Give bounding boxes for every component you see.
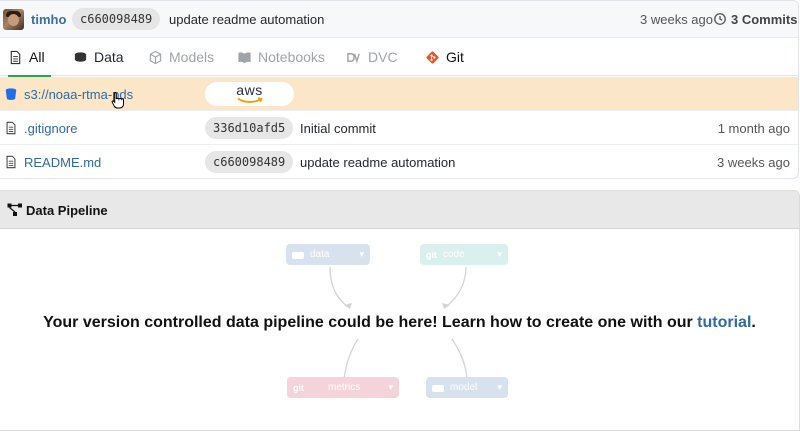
- commit-hash-badge[interactable]: c660098489: [72, 8, 161, 30]
- file-commit-hash[interactable]: 336d10afd5: [205, 117, 294, 139]
- file-commit-hash[interactable]: c660098489: [205, 151, 294, 173]
- pipeline-message-end: .: [751, 314, 756, 331]
- file-commit-time: 3 weeks ago: [717, 155, 790, 170]
- tab-dvc-label: DVC: [368, 49, 398, 65]
- pipeline-node-code: git code ▾: [420, 244, 508, 265]
- tab-models-label: Models: [169, 49, 215, 65]
- aws-smile-icon: [237, 97, 263, 103]
- history-icon: [714, 13, 726, 25]
- file-icon: [10, 50, 21, 64]
- file-icon: [6, 121, 16, 135]
- commit-author-link[interactable]: timho: [31, 12, 66, 27]
- dvc-icon: [347, 52, 360, 64]
- database-icon: [292, 251, 304, 259]
- pipeline-icon: [7, 203, 22, 216]
- pipeline-node-metrics: git metrics ▾: [287, 377, 399, 398]
- tab-all[interactable]: All: [8, 38, 51, 77]
- pipeline-node-metrics-tag: git: [293, 382, 304, 393]
- data-pipeline-panel: Data Pipeline data ▾ git code ▾ git metr…: [0, 190, 800, 431]
- cube-icon: [149, 50, 162, 64]
- pipeline-empty-message: Your version controlled data pipeline co…: [0, 314, 799, 332]
- pipeline-node-code-label: code: [443, 249, 465, 260]
- aws-logo-text: aws: [236, 82, 263, 98]
- pipeline-node-model-label: model: [450, 382, 478, 393]
- avatar[interactable]: [3, 9, 24, 30]
- file-commit-message[interactable]: update readme automation: [300, 155, 455, 170]
- commit-message[interactable]: update readme automation: [169, 12, 324, 27]
- commit-time: 3 weeks ago: [640, 12, 713, 27]
- tab-dvc[interactable]: DVC: [347, 38, 398, 76]
- chevron-down-icon: ▾: [497, 382, 502, 392]
- file-commit-time: 1 month ago: [717, 121, 790, 136]
- tab-notebooks[interactable]: Notebooks: [237, 38, 325, 76]
- pipeline-header: Data Pipeline: [0, 191, 799, 229]
- file-commit-message[interactable]: Initial commit: [300, 121, 376, 136]
- pipeline-title: Data Pipeline: [26, 203, 108, 218]
- git-icon: [426, 50, 439, 64]
- commits-count-link[interactable]: 3 Commits: [731, 12, 797, 27]
- pipeline-node-data-label: data: [310, 249, 330, 260]
- chevron-down-icon: ▾: [359, 249, 364, 259]
- tab-all-label: All: [29, 49, 45, 65]
- file-filter-tabs: All Data Models Notebooks DVC Git: [0, 38, 798, 77]
- chevron-down-icon: ▾: [497, 249, 502, 259]
- tutorial-link[interactable]: tutorial: [697, 314, 751, 331]
- pipeline-node-data: data ▾: [286, 244, 370, 265]
- chevron-down-icon: ▾: [388, 382, 393, 392]
- database-icon: [432, 384, 444, 392]
- tab-git-label: Git: [446, 49, 464, 65]
- file-name-link[interactable]: README.md: [24, 155, 101, 170]
- tab-git[interactable]: Git: [425, 38, 464, 76]
- tab-data[interactable]: Data: [73, 38, 124, 76]
- database-icon: [74, 51, 87, 62]
- tab-notebooks-label: Notebooks: [258, 49, 325, 65]
- aws-badge: aws: [205, 82, 294, 106]
- pipeline-node-code-tag: git: [426, 249, 437, 260]
- tab-data-label: Data: [94, 49, 124, 65]
- hand-cursor-icon: [111, 91, 124, 109]
- latest-commit-bar: timho c660098489 update readme automatio…: [0, 1, 798, 38]
- file-row[interactable]: README.md c660098489 update readme autom…: [0, 145, 798, 178]
- book-icon: [238, 51, 251, 63]
- pipeline-node-model: model ▾: [426, 377, 508, 398]
- file-icon: [6, 155, 16, 169]
- file-name-link[interactable]: .gitignore: [24, 121, 77, 136]
- tab-models[interactable]: Models: [148, 38, 214, 76]
- pipeline-message-text: Your version controlled data pipeline co…: [43, 314, 698, 331]
- file-row[interactable]: .gitignore 336d10afd5 Initial commit 1 m…: [0, 111, 798, 145]
- bucket-icon: [5, 88, 17, 100]
- pipeline-node-metrics-label: metrics: [328, 382, 361, 393]
- repo-files-card: timho c660098489 update readme automatio…: [0, 0, 799, 179]
